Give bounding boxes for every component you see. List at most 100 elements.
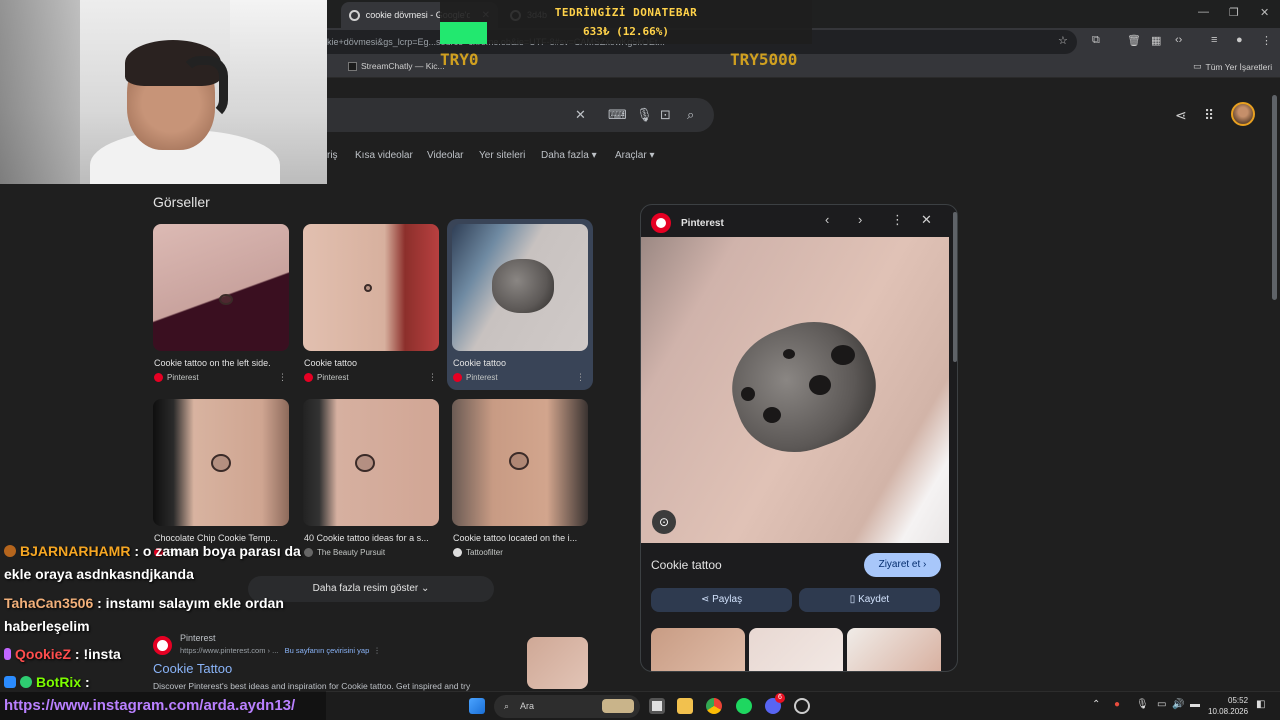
next-icon[interactable]: › [858,212,862,227]
bookmark-favicon-icon [348,61,357,71]
pinterest-logo-icon [651,213,671,233]
taskbar-search-label: Ara [520,701,535,711]
panel-scrollbar[interactable] [953,212,957,362]
image-result-3-selected[interactable]: Cookie tattoo Pinterest ⋮ [447,219,593,390]
image-source: Pinterest [453,373,498,382]
spotify-icon[interactable] [736,698,752,714]
network-icon[interactable]: ▭ [1157,699,1166,710]
bot-badge-icon [4,676,16,688]
donation-progress-fill [440,22,487,44]
menu-kebab-icon[interactable]: ⋮ [1261,34,1272,47]
tab-videos[interactable]: Videolar [427,150,464,161]
donation-amount: 633₺ (12.66%) [582,25,670,38]
tray-app-icon[interactable]: ● [1114,699,1120,710]
account-avatar[interactable] [1231,102,1255,126]
taskbar-search[interactable]: Ara ⌕ [494,695,640,718]
image-result-1[interactable]: Cookie tattoo on the left side. Pinteres… [153,224,295,390]
image-title[interactable]: Cookie tattoo [453,358,589,368]
system-clock[interactable]: 05:52 10.08.2026 [1208,695,1248,717]
profile-icon[interactable]: ● [1236,34,1243,46]
tab-tools[interactable]: Araçlar ▾ [615,150,654,161]
image-title[interactable]: Cookie tattoo [304,358,440,368]
volume-icon[interactable]: 🔊 [1172,699,1184,710]
previous-icon[interactable]: ‹ [825,212,829,227]
visit-button[interactable]: Ziyaret et › [864,553,941,577]
maximize-icon[interactable]: ❐ [1229,6,1239,19]
lens-search-icon[interactable]: ⊙ [652,510,676,534]
close-window-icon[interactable]: ✕ [1260,6,1269,19]
tray-chevron-icon[interactable]: ⌃ [1092,699,1100,710]
grid-icon[interactable]: ▦ [1151,34,1161,47]
keyboard-icon[interactable]: ⌨ [608,107,627,123]
clear-search-icon[interactable]: ✕ [575,107,586,123]
bookmark-star-icon[interactable]: ☆ [1058,34,1068,47]
obs-icon[interactable] [794,698,810,714]
related-image[interactable] [749,628,843,671]
battery-icon[interactable]: ▬ [1190,699,1200,710]
preview-image[interactable]: ⊙ [641,237,949,543]
tab-short-videos[interactable]: Kısa videolar [355,150,413,161]
more-options-icon[interactable]: ⋮ [576,372,585,383]
search-highlight-icon [602,699,634,713]
apps-grid-icon[interactable]: ⠿ [1204,107,1214,124]
google-favicon-icon [349,9,360,21]
media-icon[interactable]: ≡ [1211,34,1217,46]
search-box[interactable]: ✕ ⌨ 🎙 ⊡ ⌕ [300,98,714,132]
chat-message: TahaCan3506 : instamı salayım ekle ordan… [4,595,284,634]
all-bookmarks[interactable]: ▭ Tüm Yer İşaretleri [1193,61,1272,72]
chat-message: BJARNARHAMR : o zaman boya parası da ekl… [4,543,301,582]
image-thumbnail[interactable] [153,399,289,526]
image-thumbnail[interactable] [303,399,439,526]
share-button[interactable]: ⋖ Paylaş [651,588,792,612]
tab-more[interactable]: Daha fazla ▾ [541,150,597,161]
related-image[interactable] [651,628,745,671]
notifications-icon[interactable]: ◧ [1256,699,1265,710]
bookmark-streamchatly[interactable]: StreamChatly — Kic... [348,61,445,71]
file-explorer-icon[interactable] [677,698,693,714]
pinterest-icon [304,373,313,382]
page-scrollbar[interactable] [1272,95,1277,300]
save-button[interactable]: ▯ Kaydet [799,588,940,612]
image-thumbnail[interactable] [153,224,289,351]
donation-goal-min: TRY0 [440,50,479,69]
more-options-icon[interactable]: ⋮ [428,372,437,383]
extensions-icon[interactable]: ⧉ [1092,34,1100,47]
close-panel-icon[interactable]: ✕ [921,212,932,228]
code-icon[interactable]: ‹› [1175,34,1182,46]
image-preview-panel: Pinterest ‹ › ⋮ ✕ ⊙ Cookie tattoo Ziyare… [640,204,958,672]
minimize-icon[interactable]: — [1198,6,1209,18]
microphone-icon[interactable]: 🎙 [636,107,653,123]
image-source: Tattoofilter [453,548,503,557]
related-image[interactable] [847,628,941,671]
lens-icon[interactable]: ⊡ [660,107,671,123]
tab-places[interactable]: Yer siteleri [479,150,525,161]
tray-mic-icon[interactable]: 🎙 [1136,699,1149,710]
result-thumbnail[interactable] [527,637,588,689]
folder-icon: ▭ [1193,61,1202,71]
discord-icon[interactable]: 6 [765,693,785,714]
image-source: Pinterest [304,373,349,382]
chrome-icon[interactable] [706,698,722,714]
verified-badge-icon [20,676,32,688]
panel-title: Cookie tattoo [651,558,722,572]
image-title[interactable]: Cookie tattoo on the left side. [154,358,290,368]
image-result-6[interactable]: Cookie tattoo located on the i... Tattoo… [452,399,594,565]
image-result-2[interactable]: Cookie tattoo Pinterest ⋮ [303,224,445,390]
windows-start-icon[interactable] [469,698,485,714]
tab-nav-partial[interactable]: riş [327,150,338,161]
pinterest-icon [453,373,462,382]
image-thumbnail[interactable] [452,224,588,351]
more-options-icon[interactable]: ⋮ [891,212,904,228]
clock-time: 05:52 [1228,696,1249,705]
image-title[interactable]: Cookie tattoo located on the i... [453,533,589,543]
instagram-link: https://www.instagram.com/arda.aydn13/ [0,692,326,720]
share-icon[interactable]: ⋖ [1175,107,1187,124]
panel-source[interactable]: Pinterest [651,213,724,233]
image-thumbnail[interactable] [303,224,439,351]
search-icon[interactable]: ⌕ [687,107,694,123]
pinterest-icon [154,373,163,382]
task-view-icon[interactable] [649,698,665,714]
trash-icon[interactable]: 🗑 [1127,34,1141,47]
image-thumbnail[interactable] [452,399,588,526]
more-options-icon[interactable]: ⋮ [278,372,287,383]
